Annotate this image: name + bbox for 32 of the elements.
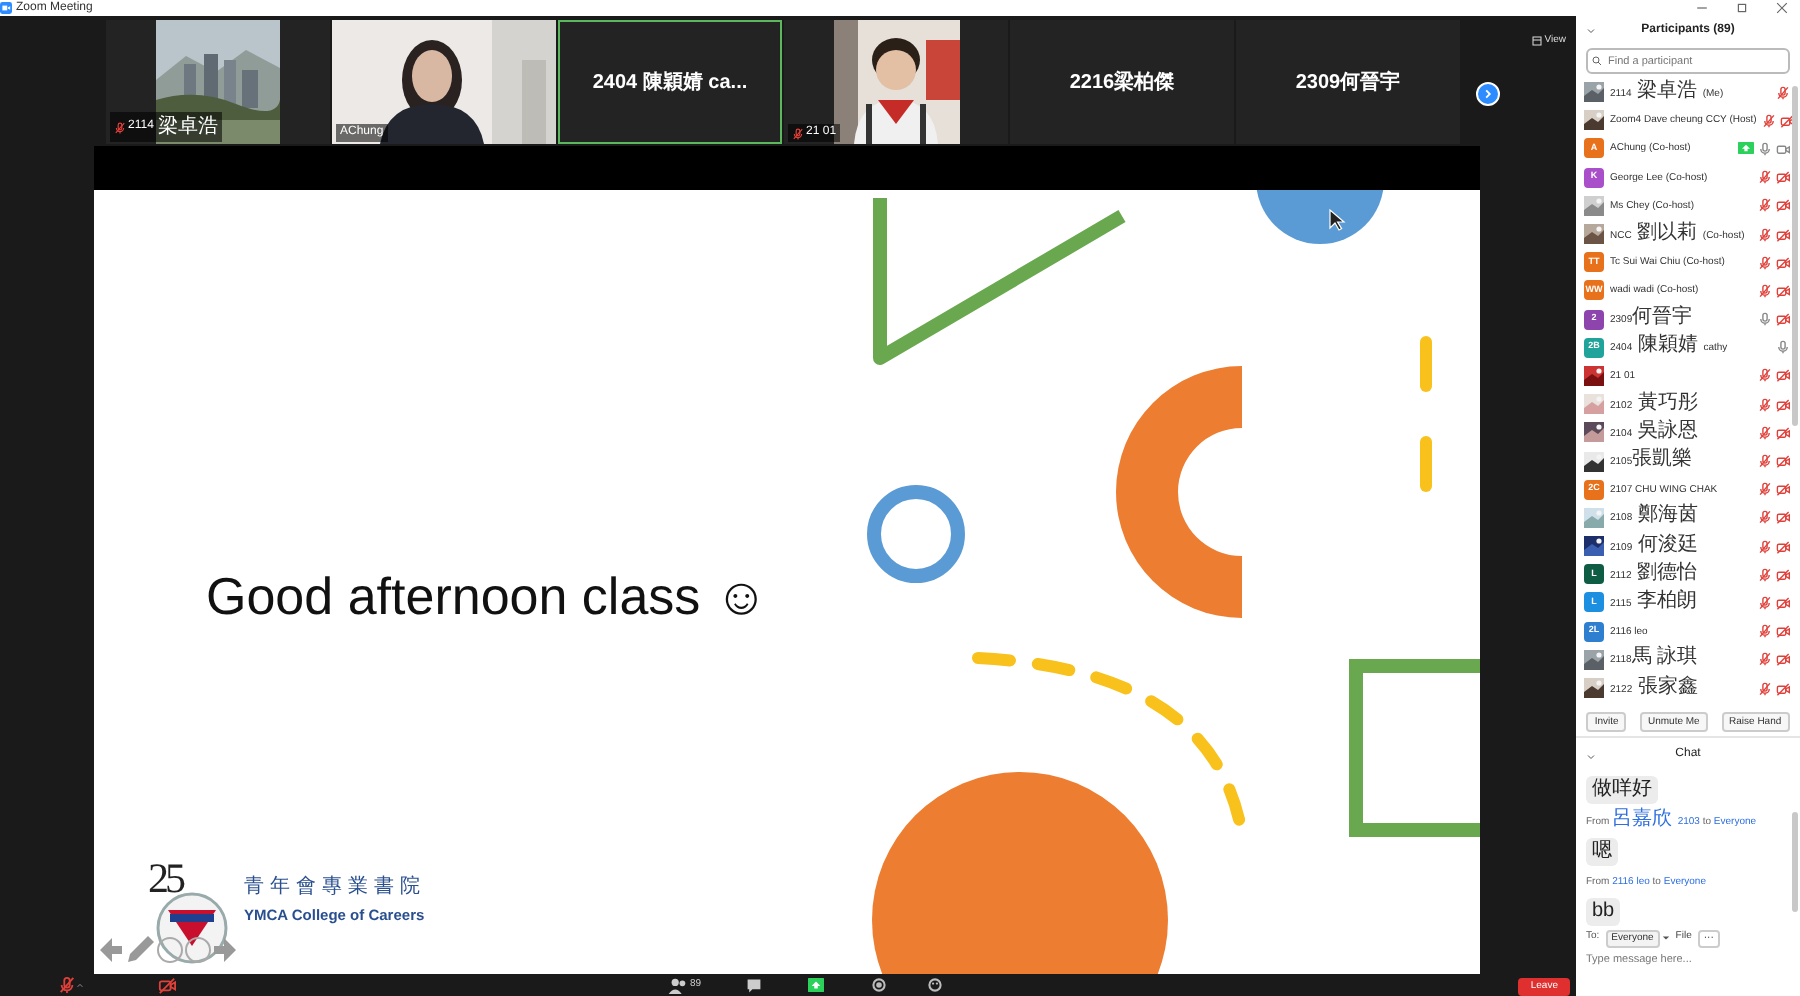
chevron-icon [1482, 88, 1494, 100]
share-screen-icon[interactable] [807, 978, 824, 992]
caret-icon[interactable] [1661, 934, 1670, 942]
chat-message: 嗯 [1586, 838, 1618, 866]
slide-greeting: Good afternoon class ☺ [206, 564, 768, 630]
school-name: 青年會專業書院 [244, 873, 426, 902]
participant-name: 2404 陳穎婧 ca... [592, 69, 748, 97]
forward-arrow-icon[interactable] [214, 938, 236, 962]
dash-shape [1420, 336, 1432, 392]
participants-icon[interactable] [668, 977, 686, 993]
close-icon[interactable] [1776, 2, 1788, 14]
record-icon[interactable] [871, 978, 886, 992]
participant-name: 2309何晉宇 [1295, 68, 1401, 97]
chat-icon[interactable] [745, 977, 762, 993]
chat-message: 做咩好 [1586, 776, 1658, 804]
maximize-icon[interactable] [1736, 2, 1748, 14]
chat-message: bb [1586, 898, 1621, 926]
emblem-icon [156, 892, 228, 964]
circle-button-icon[interactable] [185, 937, 211, 963]
dash-shape [1420, 436, 1432, 492]
scrollbar[interactable] [1792, 86, 1798, 426]
cursor-icon [1329, 208, 1346, 231]
logo-number: 25 [148, 852, 182, 906]
back-arrow-icon[interactable] [100, 938, 122, 962]
scrollbar[interactable] [1792, 812, 1798, 912]
grid-icon[interactable] [1532, 36, 1543, 47]
participant-name: 2216梁柏傑 [1069, 68, 1175, 97]
reactions-icon[interactable] [927, 978, 942, 992]
ring-shape [867, 485, 965, 583]
next-page-button[interactable] [1476, 82, 1500, 106]
pencil-icon[interactable] [128, 936, 154, 962]
search-icon [1592, 56, 1602, 66]
